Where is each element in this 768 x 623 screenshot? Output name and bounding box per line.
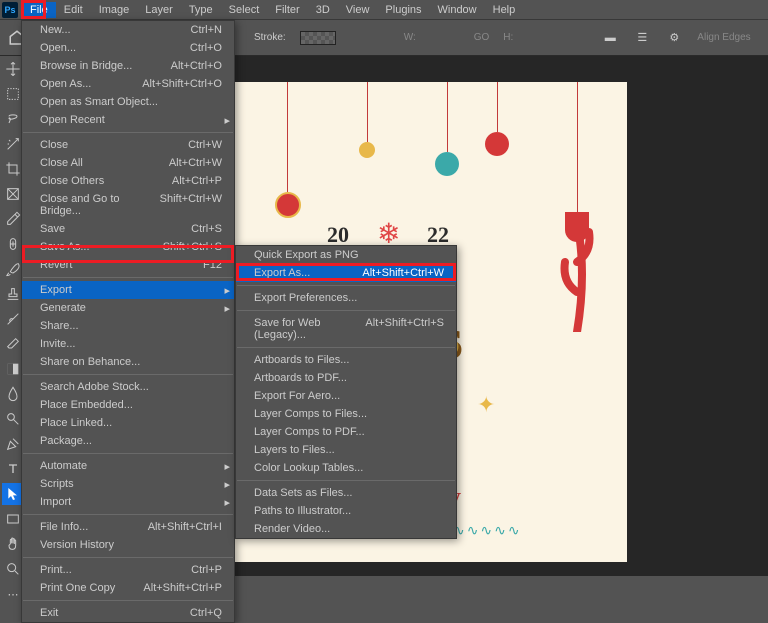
file-menu-item[interactable]: Generate▸ [22, 299, 234, 317]
antler-right-icon [557, 212, 597, 332]
menu-select[interactable]: Select [221, 2, 268, 18]
file-menu-item[interactable]: Open As...Alt+Shift+Ctrl+O [22, 75, 234, 93]
export-menu-item[interactable]: Export Preferences... [236, 289, 456, 307]
file-menu-item[interactable]: Place Linked... [22, 414, 234, 432]
export-menu-item[interactable]: Export As...Alt+Shift+Ctrl+W [236, 264, 456, 282]
file-menu-item[interactable]: RevertF12 [22, 256, 234, 274]
export-menu-item[interactable]: Export For Aero... [236, 387, 456, 405]
menu-layer[interactable]: Layer [137, 2, 181, 18]
menu-help[interactable]: Help [485, 2, 524, 18]
ornament [359, 142, 375, 158]
file-menu-item[interactable]: CloseCtrl+W [22, 136, 234, 154]
export-submenu: Quick Export as PNGExport As...Alt+Shift… [235, 245, 457, 539]
ornament-string [447, 82, 448, 152]
menu-file[interactable]: File [22, 2, 56, 18]
file-menu-item[interactable]: Invite... [22, 335, 234, 353]
file-menu-item[interactable]: Browse in Bridge...Alt+Ctrl+O [22, 57, 234, 75]
stroke-label: Stroke: [254, 32, 286, 43]
menu-window[interactable]: Window [430, 2, 485, 18]
file-menu-item[interactable]: Open Recent▸ [22, 111, 234, 129]
export-menu-item[interactable]: Layer Comps to PDF... [236, 423, 456, 441]
file-menu-item[interactable]: New...Ctrl+N [22, 21, 234, 39]
file-menu-item[interactable]: File Info...Alt+Shift+Ctrl+I [22, 518, 234, 536]
export-menu-item[interactable]: Data Sets as Files... [236, 484, 456, 502]
ornament [435, 152, 459, 176]
file-menu-item[interactable]: Export▸ [22, 281, 234, 299]
width-label: W: [404, 32, 416, 43]
file-menu-item[interactable]: Package... [22, 432, 234, 450]
gear-icon[interactable]: ⚙ [665, 29, 683, 47]
file-menu-item[interactable]: Automate▸ [22, 457, 234, 475]
menu-filter[interactable]: Filter [267, 2, 307, 18]
menu-image[interactable]: Image [91, 2, 138, 18]
app-logo: Ps [2, 2, 18, 18]
file-menu-item[interactable]: Place Embedded... [22, 396, 234, 414]
file-menu-item[interactable]: Scripts▸ [22, 475, 234, 493]
align-edges-label: Align Edges [697, 32, 750, 43]
file-menu-item[interactable]: Print One CopyAlt+Shift+Ctrl+P [22, 579, 234, 597]
file-menu-item[interactable]: ExitCtrl+Q [22, 604, 234, 622]
file-menu-item[interactable]: Open as Smart Object... [22, 93, 234, 111]
export-menu-item[interactable]: Paths to Illustrator... [236, 502, 456, 520]
menu-edit[interactable]: Edit [56, 2, 91, 18]
file-menu-item[interactable]: Save As...Shift+Ctrl+S [22, 238, 234, 256]
file-menu-item[interactable]: Close and Go to Bridge...Shift+Ctrl+W [22, 190, 234, 220]
ornament [485, 132, 509, 156]
export-menu-item[interactable]: Layers to Files... [236, 441, 456, 459]
ornament-string [287, 82, 288, 192]
menu-3d[interactable]: 3D [308, 2, 338, 18]
export-menu-item[interactable]: Layer Comps to Files... [236, 405, 456, 423]
file-menu-item[interactable]: Search Adobe Stock... [22, 378, 234, 396]
file-menu-dropdown: New...Ctrl+NOpen...Ctrl+OBrowse in Bridg… [21, 20, 235, 623]
menu-view[interactable]: View [338, 2, 378, 18]
go-label: GO [474, 32, 490, 43]
ornament-string [577, 82, 578, 212]
menubar: Ps File Edit Image Layer Type Select Fil… [0, 0, 768, 20]
file-menu-item[interactable]: Open...Ctrl+O [22, 39, 234, 57]
file-menu-item[interactable]: Print...Ctrl+P [22, 561, 234, 579]
file-menu-item[interactable]: Version History [22, 536, 234, 554]
export-menu-item[interactable]: Quick Export as PNG [236, 246, 456, 264]
export-menu-item[interactable]: Save for Web (Legacy)...Alt+Shift+Ctrl+S [236, 314, 456, 344]
export-menu-item[interactable]: Color Lookup Tables... [236, 459, 456, 477]
ornament-string [367, 82, 368, 142]
file-menu-item[interactable]: Close AllAlt+Ctrl+W [22, 154, 234, 172]
export-menu-item[interactable]: Artboards to Files... [236, 351, 456, 369]
export-menu-item[interactable]: Artboards to PDF... [236, 369, 456, 387]
file-menu-item[interactable]: Share... [22, 317, 234, 335]
file-menu-item[interactable]: Import▸ [22, 493, 234, 511]
ornament [275, 192, 301, 218]
align-icon[interactable]: ☰ [633, 29, 651, 47]
height-label: H: [503, 32, 513, 43]
shape-icon[interactable]: ▬ [601, 29, 619, 47]
export-menu-item[interactable]: Render Video... [236, 520, 456, 538]
stroke-swatch[interactable] [300, 31, 336, 45]
file-menu-item[interactable]: Share on Behance... [22, 353, 234, 371]
menu-type[interactable]: Type [181, 2, 221, 18]
star-icon: ✦ [477, 392, 495, 418]
file-menu-item[interactable]: SaveCtrl+S [22, 220, 234, 238]
menu-plugins[interactable]: Plugins [377, 2, 429, 18]
file-menu-item[interactable]: Close OthersAlt+Ctrl+P [22, 172, 234, 190]
ornament-string [497, 82, 498, 132]
